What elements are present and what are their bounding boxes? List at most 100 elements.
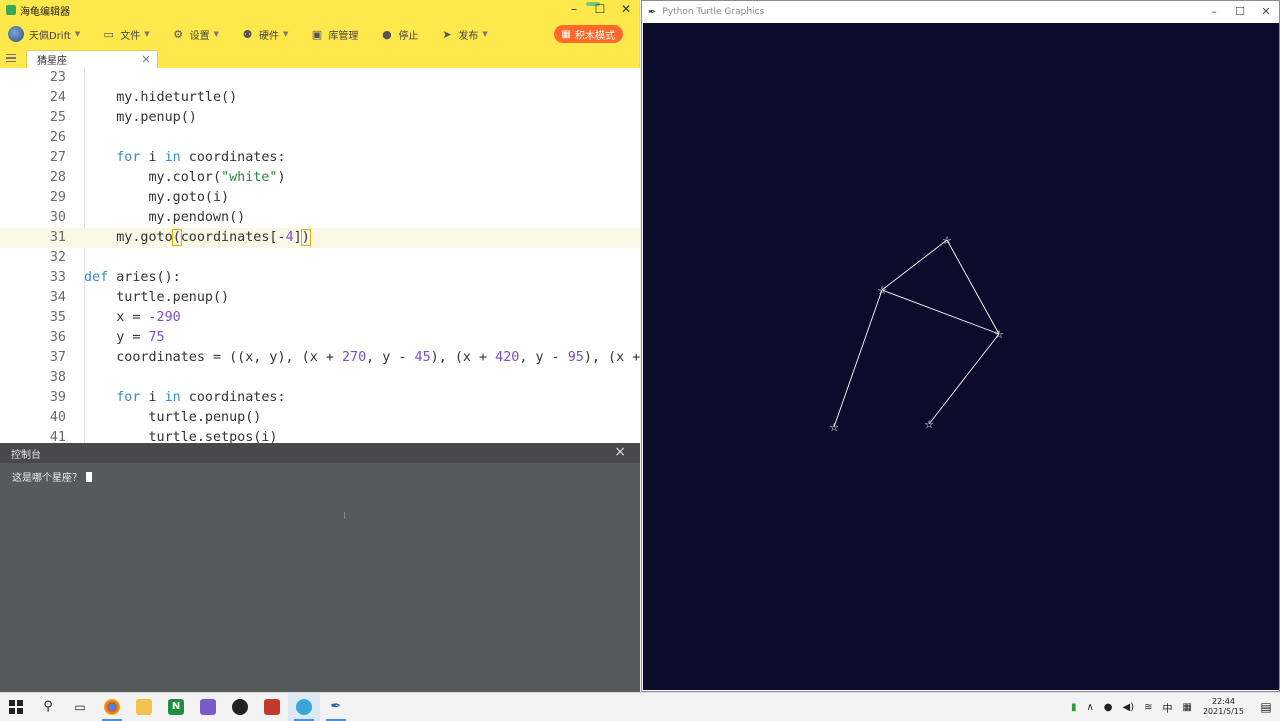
code-line[interactable]: 29 my.goto(i)	[0, 188, 640, 208]
taskbar-obs[interactable]	[224, 693, 256, 721]
code-line[interactable]: 39 for i in coordinates:	[0, 388, 640, 408]
constellation-drawing: ☆ ☆ ☆ ☆ ☆	[829, 234, 1004, 434]
code-line[interactable]: 41 turtle.setpos(i)	[0, 428, 640, 443]
code-line[interactable]: 37 coordinates = ((x, y), (x + 270, y - …	[0, 348, 640, 368]
code-line[interactable]: 27 for i in coordinates:	[0, 148, 640, 168]
start-button[interactable]	[0, 693, 32, 721]
taskbar-app-n[interactable]: N	[160, 693, 192, 721]
code-lines: 23 24 my.hideturtle() 25 my.penup() 26 27 fo…	[0, 68, 640, 443]
editor-tab-bar: 猜星座 ×	[0, 48, 639, 68]
user-menu[interactable]: 天佩Drift ▼	[8, 26, 80, 42]
code-line[interactable]: 38	[0, 368, 640, 388]
constellation-line	[881, 239, 948, 291]
line-number: 39	[49, 390, 66, 405]
code-text: turtle.penup()	[84, 410, 262, 425]
tab-file-label: 猜星座	[37, 56, 67, 67]
turtle-canvas: ☆ ☆ ☆ ☆ ☆	[643, 23, 1279, 690]
code-editor[interactable]: 23 24 my.hideturtle() 25 my.penup() 26 27 fo…	[0, 68, 640, 443]
turtle-titlebar: ✒ Python Turtle Graphics – ☐ ✕	[642, 1, 1279, 23]
code-text: my.penup()	[84, 110, 197, 125]
code-line[interactable]: 26	[0, 128, 640, 148]
windows-icon	[9, 699, 23, 714]
media-icon	[264, 698, 280, 715]
code-line[interactable]: 34 turtle.penup()	[0, 288, 640, 308]
code-text: for i in coordinates:	[116, 150, 286, 165]
code-line[interactable]: 32	[0, 248, 640, 268]
wifi-icon[interactable]: ≋	[1144, 702, 1152, 713]
maximize-button[interactable]: ☐	[1227, 1, 1253, 23]
star-icon: ☆	[829, 421, 839, 434]
file-menu-label: 文件	[120, 30, 141, 42]
library-button[interactable]: ▣ 库管理	[310, 27, 359, 42]
code-line[interactable]: 30 my.pendown()	[0, 208, 640, 228]
taskview-button[interactable]: ▭	[64, 693, 96, 721]
publish-menu[interactable]: ➤ 发布 ▼	[440, 27, 488, 42]
code-line[interactable]: 33 def aries():	[0, 268, 640, 288]
file-menu[interactable]: ▭ 文件 ▼	[102, 27, 150, 42]
keyboard-icon[interactable]: ▦	[1183, 702, 1192, 713]
code-line[interactable]: 25 my.penup()	[0, 108, 640, 128]
taskbar-app-cap[interactable]	[192, 693, 224, 721]
code-line[interactable]: 40 turtle.penup()	[0, 408, 640, 428]
line-number: 30	[49, 210, 66, 225]
code-line[interactable]: 31 my.goto(coordinates[-4])	[0, 228, 640, 248]
chevron-down-icon: ▼	[283, 30, 289, 38]
taskbar-turtle-editor[interactable]	[288, 692, 320, 721]
line-number: 34	[49, 290, 66, 305]
constellation-line	[881, 289, 1000, 335]
input-method-indicator[interactable]: 中	[1163, 700, 1173, 715]
volume-icon[interactable]: ◀)	[1123, 702, 1135, 713]
turtle-window-title: Python Turtle Graphics	[662, 7, 765, 17]
taskbar-media[interactable]	[256, 693, 288, 721]
menu-icon[interactable]	[0, 48, 22, 68]
chevron-down-icon: ▼	[74, 30, 81, 38]
taskview-icon: ▭	[74, 699, 86, 714]
gear-icon: ⚙	[173, 27, 184, 41]
file-icon: ▭	[103, 27, 114, 41]
mic-icon[interactable]: ●	[1104, 702, 1113, 713]
minimize-button[interactable]: –	[561, 0, 587, 20]
minimize-button[interactable]: –	[1201, 1, 1227, 23]
code-line[interactable]: 24 my.hideturtle()	[0, 88, 640, 108]
line-number: 33	[49, 270, 66, 285]
taskbar-explorer[interactable]	[128, 693, 160, 721]
maximize-button[interactable]: ☐	[587, 0, 613, 20]
code-line[interactable]: 28 my.color("white")	[0, 168, 640, 188]
console-input-line[interactable]: 这是哪个星座？	[0, 463, 640, 490]
tab-file[interactable]: 猜星座 ×	[26, 50, 158, 68]
line-number: 31	[49, 230, 66, 245]
hardware-menu[interactable]: ⚉ 硬件 ▼	[241, 27, 289, 42]
code-line[interactable]: 35 x = -290	[0, 308, 640, 328]
code-line[interactable]: 36 y = 75	[0, 328, 640, 348]
turtle-editor-icon	[296, 698, 312, 715]
blocks-icon: ▦	[561, 28, 571, 40]
code-text: turtle.setpos(i)	[84, 430, 278, 443]
text-caret	[86, 471, 92, 482]
code-line[interactable]: 23	[0, 68, 640, 88]
taskbar: ⚲ ▭ N ✒ ▮ ∧ ● ◀) ≋ 中 ▦ 22:44 2021/5/15 ▤	[0, 692, 1280, 721]
battery-icon[interactable]: ▮	[1071, 702, 1077, 713]
close-window-button[interactable]: ✕	[613, 0, 639, 20]
console-panel: 控制台 × 这是哪个星座？ I	[0, 443, 640, 692]
notification-icon[interactable]: ▤	[1252, 700, 1280, 714]
close-console-icon[interactable]: ×	[614, 444, 626, 460]
editor-titlebar: 海龟编辑器 – ☐ ✕	[0, 0, 639, 20]
close-tab-icon[interactable]: ×	[141, 52, 151, 66]
clock[interactable]: 22:44 2021/5/15	[1203, 697, 1244, 717]
code-text: x = -290	[84, 310, 181, 325]
settings-menu[interactable]: ⚙ 设置 ▼	[172, 27, 219, 42]
chevron-up-icon[interactable]: ∧	[1086, 702, 1093, 713]
line-number: 29	[49, 190, 66, 205]
line-number: 25	[49, 110, 66, 125]
console-header: 控制台 ×	[0, 443, 640, 463]
star-icon: ☆	[924, 418, 934, 431]
taskbar-chrome[interactable]	[96, 693, 128, 721]
stop-button[interactable]: ● 停止	[380, 27, 418, 42]
i-beam-cursor-icon: I	[343, 511, 346, 522]
close-window-button[interactable]: ✕	[1253, 1, 1279, 23]
taskbar-python[interactable]: ✒	[320, 693, 352, 721]
chevron-down-icon: ▼	[144, 30, 150, 38]
code-text: my.goto(i)	[84, 190, 230, 205]
search-button[interactable]: ⚲	[32, 693, 64, 721]
block-mode-button[interactable]: ▦ 积木模式	[553, 25, 623, 43]
